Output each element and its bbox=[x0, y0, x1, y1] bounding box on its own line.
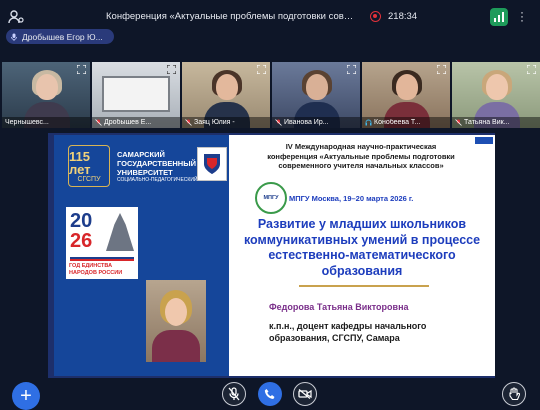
shared-screen[interactable]: 115 лет СГСПУ Самарский государственный … bbox=[48, 133, 495, 378]
microphone-icon bbox=[11, 33, 17, 41]
mic-off-icon bbox=[275, 119, 282, 126]
participant-tile[interactable]: Чернышевс... bbox=[2, 62, 90, 128]
mic-off-icon bbox=[185, 119, 192, 126]
speaker-role: к.п.н., доцент кафедры начального образо… bbox=[269, 321, 427, 343]
minimize-bar bbox=[475, 137, 493, 144]
current-user-name: Дробышев Егор Ю... bbox=[22, 31, 103, 42]
presentation-slide: 115 лет СГСПУ Самарский государственный … bbox=[54, 135, 495, 376]
call-timer: 218:34 bbox=[388, 11, 418, 22]
add-button[interactable]: + bbox=[12, 382, 40, 410]
expand-icon[interactable] bbox=[77, 65, 86, 74]
people-settings-icon[interactable] bbox=[8, 9, 24, 25]
expand-icon[interactable] bbox=[167, 65, 176, 74]
raise-hand-button[interactable] bbox=[502, 382, 526, 406]
conference-heading: IV Международная научно-практическая кон… bbox=[267, 142, 455, 170]
monument-image bbox=[106, 213, 134, 251]
participant-name: Иванова Ир... bbox=[284, 119, 329, 126]
headset-icon bbox=[365, 119, 372, 126]
participant-name: Заяц Юлия - bbox=[194, 119, 235, 126]
participant-tile[interactable]: Заяц Юлия - bbox=[182, 62, 270, 128]
participant-name: Чернышевс... bbox=[5, 119, 49, 126]
conference-title: Конференция «Актуальные проблемы подгото… bbox=[106, 11, 356, 22]
year-poster: 20 26 Год единства народов России bbox=[66, 207, 138, 279]
mic-off-icon bbox=[455, 119, 462, 126]
camera-button[interactable] bbox=[293, 382, 317, 406]
camera-icon bbox=[298, 389, 312, 399]
speaker-name: Федорова Татьяна Викторовна bbox=[269, 302, 409, 312]
record-icon bbox=[370, 11, 381, 22]
signal-icon[interactable] bbox=[490, 8, 508, 26]
current-user-chip[interactable]: Дробышев Егор Ю... bbox=[6, 29, 114, 44]
participant-name: Дробышев Е... bbox=[104, 119, 152, 126]
participant-strip: Чернышевс... Дробышев Е... Заяц Юлия - И… bbox=[0, 62, 540, 128]
university-logo: 115 лет СГСПУ bbox=[68, 145, 110, 187]
mic-off-icon bbox=[95, 119, 102, 126]
participant-tile[interactable]: Дробышев Е... bbox=[92, 62, 180, 128]
participant-tile[interactable]: Татьяна Вик... bbox=[452, 62, 540, 128]
mpgu-logo: МПГУ bbox=[255, 182, 287, 214]
divider bbox=[299, 285, 429, 287]
emblem-icon bbox=[197, 147, 227, 181]
poster-caption: Год единства народов России bbox=[69, 263, 123, 276]
talk-title: Развитие у младших школьников коммуникат… bbox=[243, 217, 481, 278]
participant-name: Татьяна Вик... bbox=[464, 119, 510, 126]
call-button[interactable] bbox=[258, 382, 282, 406]
slide-right-panel: IV Международная научно-практическая кон… bbox=[229, 135, 495, 376]
participant-tile[interactable]: Иванова Ир... bbox=[272, 62, 360, 128]
conference-date: МПГУ Москва, 19–20 марта 2026 г. bbox=[289, 194, 414, 203]
speaker-photo bbox=[146, 280, 206, 362]
expand-icon[interactable] bbox=[347, 65, 356, 74]
flag-stripe bbox=[70, 255, 134, 261]
plus-icon: + bbox=[20, 385, 32, 407]
participant-tile[interactable]: Конобеева Т... bbox=[362, 62, 450, 128]
slide-left-panel: 115 лет СГСПУ Самарский государственный … bbox=[54, 135, 229, 376]
phone-icon bbox=[264, 389, 275, 399]
expand-icon[interactable] bbox=[437, 65, 446, 74]
raise-hand-icon bbox=[509, 387, 520, 401]
expand-icon[interactable] bbox=[257, 65, 266, 74]
more-vertical-icon[interactable]: · · · bbox=[520, 6, 524, 26]
microphone-icon bbox=[228, 387, 240, 401]
mute-button[interactable] bbox=[222, 382, 246, 406]
expand-icon[interactable] bbox=[482, 366, 491, 375]
participant-name: Конобеева Т... bbox=[374, 119, 421, 126]
expand-icon[interactable] bbox=[527, 65, 536, 74]
